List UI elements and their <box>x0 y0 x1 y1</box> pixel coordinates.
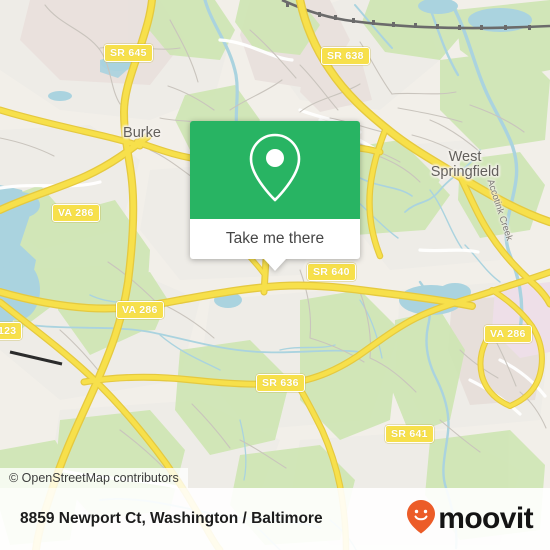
callout-tail <box>264 259 286 271</box>
map-canvas[interactable]: Burke West Springfield Accotink Creek SR… <box>0 0 550 550</box>
location-callout-card[interactable]: Take me there <box>190 121 360 271</box>
moovit-logo[interactable]: moovit <box>406 499 534 540</box>
osm-attribution[interactable]: © OpenStreetMap contributors <box>0 468 188 488</box>
road-shield-123: 123 <box>0 322 23 340</box>
road-shield-sr-640: SR 640 <box>307 263 356 281</box>
road-shield-va-286-east: VA 286 <box>484 325 532 343</box>
road-shield-sr-638: SR 638 <box>321 47 370 65</box>
road-shield-sr-645: SR 645 <box>104 44 153 62</box>
moovit-pin-icon <box>406 499 436 540</box>
map-screenshot: Burke West Springfield Accotink Creek SR… <box>0 0 550 550</box>
road-shield-va-286-center: VA 286 <box>116 301 164 319</box>
take-me-there-button[interactable]: Take me there <box>190 219 360 259</box>
callout-pin-area <box>190 121 360 219</box>
place-label-west-springfield: West Springfield <box>415 150 515 180</box>
location-pin-icon <box>246 132 304 209</box>
take-me-there-label: Take me there <box>225 230 325 247</box>
road-shield-sr-641: SR 641 <box>385 425 434 443</box>
moovit-wordmark: moovit <box>438 502 533 535</box>
place-label-line2: Springfield <box>430 164 500 180</box>
address-title: 8859 Newport Ct, Washington / Baltimore <box>20 510 323 527</box>
place-label-line1: West <box>448 149 482 165</box>
place-label-burke: Burke <box>123 125 161 141</box>
footer-bar: 8859 Newport Ct, Washington / Baltimore … <box>0 488 550 550</box>
road-shield-va-286-west: VA 286 <box>52 204 100 222</box>
road-shield-sr-636: SR 636 <box>256 374 305 392</box>
